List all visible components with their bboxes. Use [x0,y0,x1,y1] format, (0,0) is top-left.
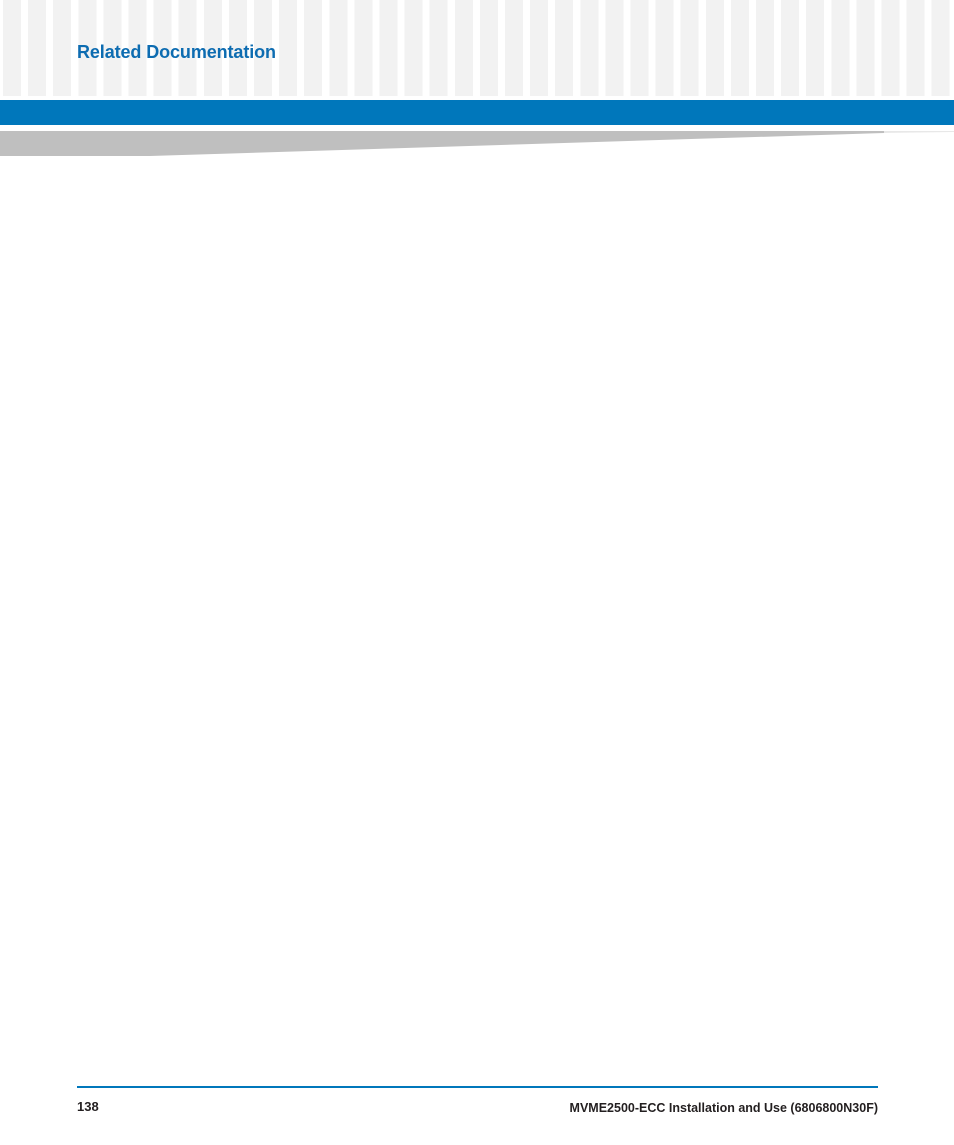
footer-document-title: MVME2500-ECC Installation and Use (68068… [569,1101,878,1115]
page-footer: 138 MVME2500-ECC Installation and Use (6… [0,1080,954,1132]
footer-divider [77,1086,878,1088]
document-page: Related Documentation 138 MVME2500-ECC I… [0,0,954,1145]
footer-page-number: 138 [77,1099,99,1114]
header-swoosh-graphic [0,131,954,159]
swoosh-shape-icon [0,131,954,156]
header-accent-bar [0,100,954,125]
page-title: Related Documentation [77,42,276,62]
page-body [77,170,878,1060]
